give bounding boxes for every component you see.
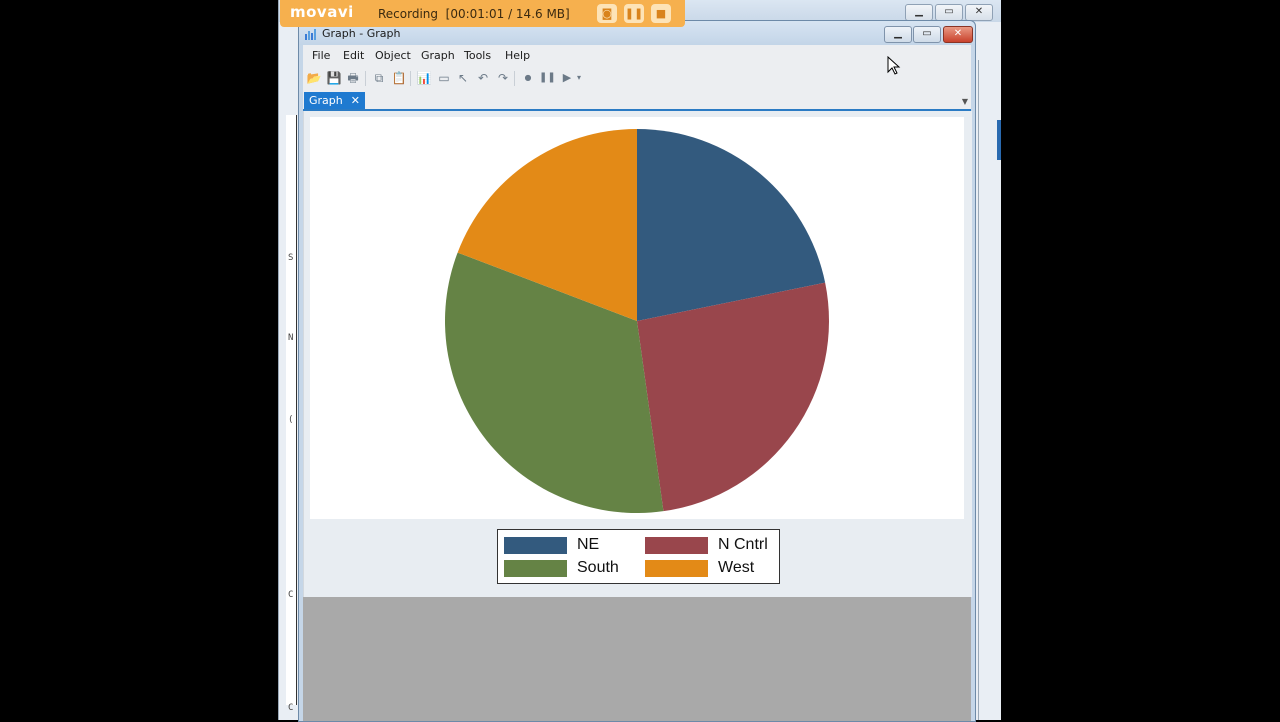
graph-pane: NE N Cntrl South West bbox=[303, 111, 972, 597]
toolbar-separator bbox=[514, 71, 515, 86]
recording-label: Recording bbox=[378, 7, 439, 21]
window-title: Graph - Graph bbox=[322, 27, 401, 40]
legend-label: West bbox=[718, 559, 755, 576]
background-text: C bbox=[288, 590, 294, 600]
menu-object[interactable]: Object bbox=[375, 49, 411, 62]
background-scroll-accent bbox=[997, 120, 1001, 160]
open-icon[interactable]: 📂 bbox=[306, 70, 322, 86]
pause-recording-button[interactable]: ❚❚ bbox=[624, 4, 644, 23]
graph-editor-icon[interactable]: 📊 bbox=[416, 70, 432, 86]
background-text: S bbox=[288, 253, 294, 263]
close-icon: ✕ bbox=[953, 28, 963, 39]
toolbar-separator bbox=[365, 71, 366, 86]
background-results-panel: S N ( C C bbox=[286, 115, 297, 713]
screenshot-button[interactable]: ◙ bbox=[597, 4, 617, 23]
mouse-cursor-icon bbox=[887, 56, 901, 75]
graph-app-icon bbox=[305, 29, 316, 40]
legend-label: NE bbox=[577, 536, 600, 553]
stop-icon: ■ bbox=[655, 7, 667, 20]
background-close-button[interactable]: ✕ bbox=[965, 4, 993, 21]
background-text: ( bbox=[288, 415, 294, 425]
more-icon[interactable]: ▾ bbox=[574, 70, 584, 86]
pause-icon: ❚❚ bbox=[624, 7, 644, 20]
tab-graph[interactable]: Graph ✕ bbox=[304, 92, 365, 109]
tab-strip: Graph ✕ ▼ bbox=[303, 91, 971, 111]
legend-swatch bbox=[645, 537, 708, 554]
play-icon[interactable]: ▶ bbox=[559, 70, 575, 86]
record-icon[interactable]: ● bbox=[520, 70, 536, 86]
close-button[interactable]: ✕ bbox=[943, 26, 973, 43]
pie-chart bbox=[445, 129, 829, 514]
tab-close-icon[interactable]: ✕ bbox=[351, 94, 360, 107]
pointer-icon[interactable]: ↖ bbox=[455, 70, 471, 86]
graph-window: Graph - Graph ▁ ▭ ✕ File Edit Object Gra… bbox=[298, 20, 976, 722]
background-right-pane bbox=[978, 60, 1001, 720]
pause-icon[interactable]: ❚❚ bbox=[539, 70, 556, 86]
tab-graph-label: Graph bbox=[309, 94, 343, 107]
screen-recorder-bar: movavi Recording [00:01:01 / 14.6 MB] ◙ … bbox=[280, 0, 685, 27]
empty-workspace bbox=[303, 597, 971, 721]
recording-timer: [00:01:01 / 14.6 MB] bbox=[445, 7, 570, 21]
background-text: C bbox=[288, 703, 294, 713]
window-client: File Edit Object Graph Tools Help 📂 💾 🖶 … bbox=[303, 45, 972, 721]
menu-edit[interactable]: Edit bbox=[343, 49, 364, 62]
copy-icon[interactable]: ⧉ bbox=[371, 70, 387, 86]
legend-swatch bbox=[504, 560, 567, 577]
paste-icon[interactable]: 📋 bbox=[391, 70, 407, 86]
maximize-icon: ▭ bbox=[922, 28, 932, 39]
legend-swatch bbox=[504, 537, 567, 554]
undo-icon[interactable]: ↶ bbox=[475, 70, 491, 86]
minimize-icon: ▁ bbox=[894, 28, 902, 39]
maximize-button[interactable]: ▭ bbox=[913, 26, 941, 43]
print-icon[interactable]: 🖶 bbox=[345, 70, 361, 86]
menu-file[interactable]: File bbox=[312, 49, 330, 62]
legend-label: South bbox=[577, 559, 619, 576]
menu-bar: File Edit Object Graph Tools Help bbox=[303, 45, 971, 65]
menu-graph[interactable]: Graph bbox=[421, 49, 455, 62]
plot-area bbox=[310, 117, 964, 519]
rename-icon[interactable]: ▭ bbox=[436, 70, 452, 86]
legend-swatch bbox=[645, 560, 708, 577]
menu-tools[interactable]: Tools bbox=[464, 49, 491, 62]
toolbar: 📂 💾 🖶 ⧉ 📋 📊 ▭ ↖ ↶ ↷ ● ❚❚ ▶ ▾ bbox=[303, 67, 971, 89]
toolbar-separator bbox=[410, 71, 411, 86]
background-text: N bbox=[288, 333, 294, 343]
save-icon[interactable]: 💾 bbox=[326, 70, 342, 86]
minimize-button[interactable]: ▁ bbox=[884, 26, 912, 43]
redo-icon[interactable]: ↷ bbox=[495, 70, 511, 86]
menu-help[interactable]: Help bbox=[505, 49, 530, 62]
camera-icon: ◙ bbox=[601, 7, 613, 20]
tab-dropdown-icon[interactable]: ▼ bbox=[962, 97, 968, 106]
movavi-logo: movavi bbox=[290, 3, 354, 21]
background-maximize-button[interactable]: ▭ bbox=[935, 4, 963, 21]
recording-status: Recording [00:01:01 / 14.6 MB] bbox=[378, 7, 570, 21]
stop-recording-button[interactable]: ■ bbox=[651, 4, 671, 23]
legend-label: N Cntrl bbox=[718, 536, 768, 553]
chart-legend: NE N Cntrl South West bbox=[497, 529, 780, 584]
pie-slice-n-cntrl bbox=[637, 282, 829, 512]
background-minimize-button[interactable]: ▁ bbox=[905, 4, 933, 21]
